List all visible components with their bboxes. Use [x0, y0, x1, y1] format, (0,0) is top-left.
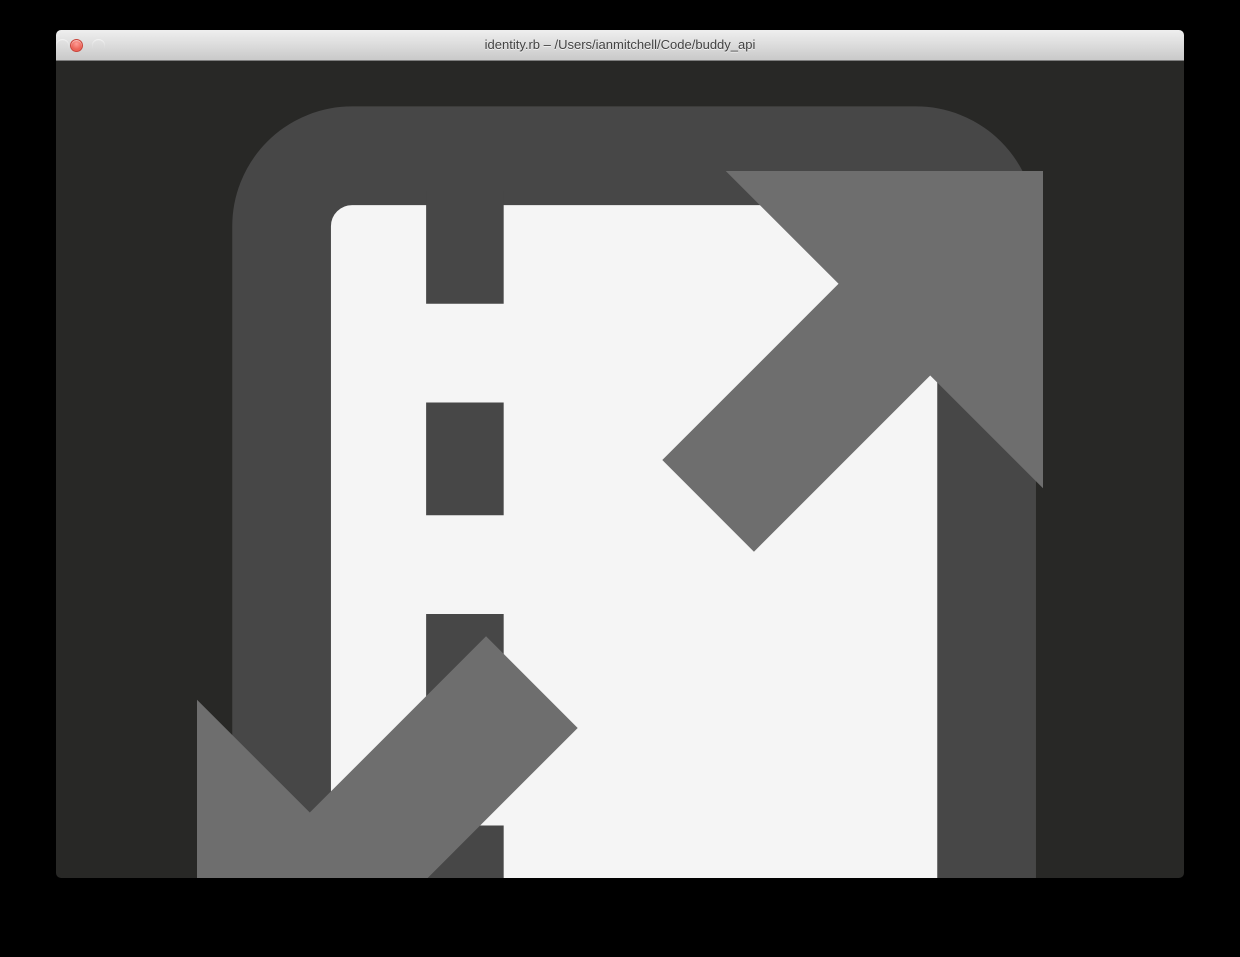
window-title: identity.rb – /Users/ianmitchell/Code/bu… [56, 30, 1184, 60]
app-window: identity.rb – /Users/ianmitchell/Code/bu… [56, 30, 1184, 878]
title-bar[interactable]: identity.rb – /Users/ianmitchell/Code/bu… [56, 30, 1184, 61]
